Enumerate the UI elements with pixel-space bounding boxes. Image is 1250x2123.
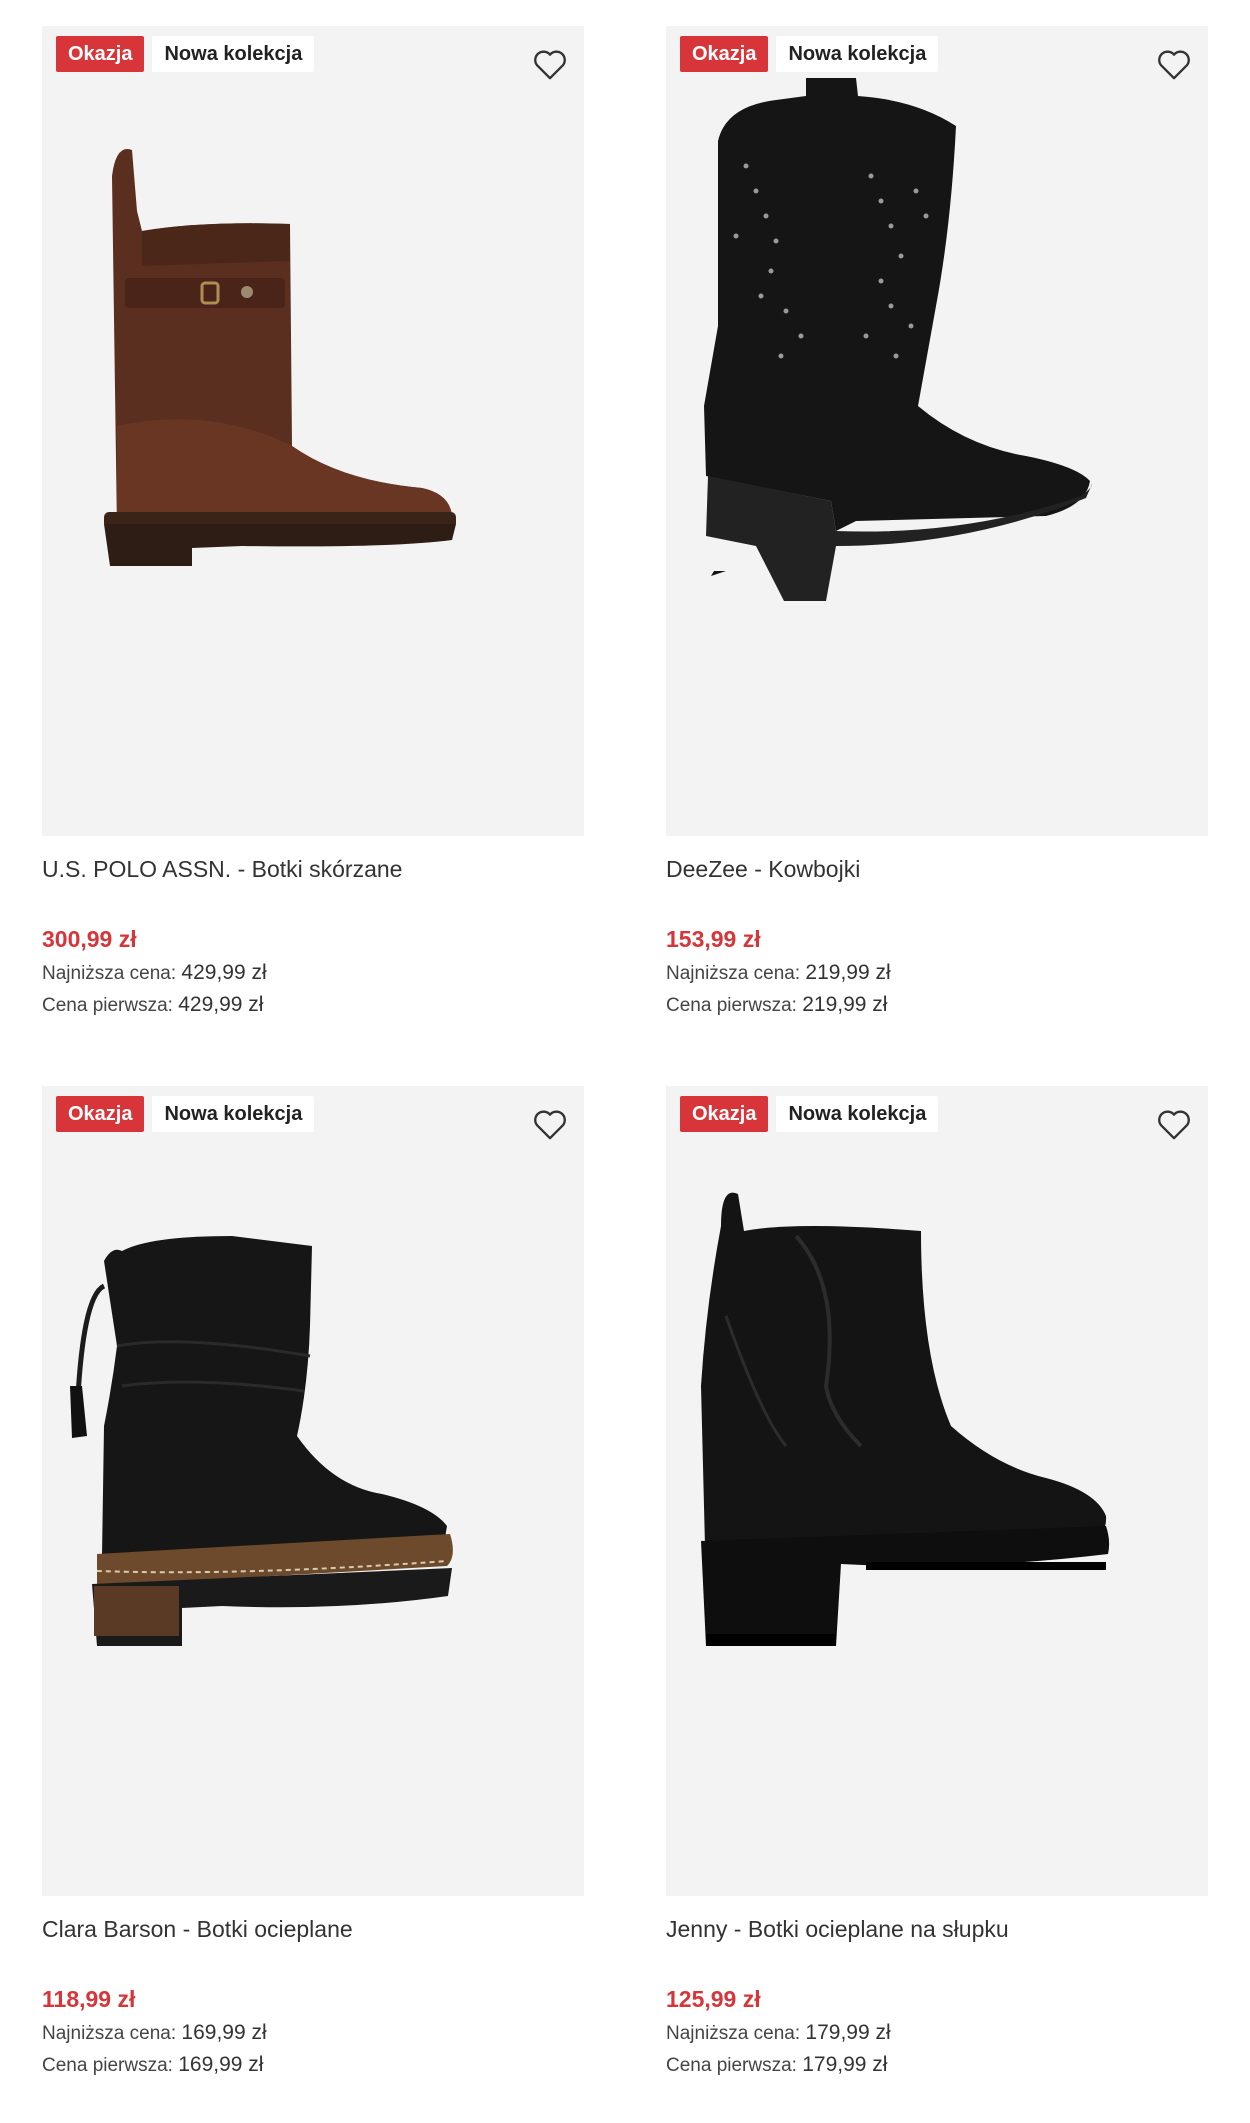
product-title[interactable]: DeeZee - Kowbojki [666,856,1208,888]
lowest-price-label: Najniższa cena: [42,2023,177,2044]
product-price: 300,99 zł [42,926,137,952]
lowest-price-value: 179,99 zł [805,2021,891,2044]
heart-icon[interactable] [530,1104,570,1144]
product-price: 125,99 zł [666,1986,761,2012]
first-price-value: 169,99 zł [178,2053,264,2076]
product-image-area[interactable]: Okazja Nowa kolekcja [42,1086,584,1896]
first-price-label: Cena pierwsza: [666,995,797,1016]
new-collection-badge: Nowa kolekcja [152,36,315,72]
brown-suede-boot-image[interactable] [42,26,584,836]
black-slouch-boot-image[interactable] [42,1086,584,1896]
lowest-price-row: Najniższa cena: 429,99 zł [42,961,584,985]
heart-icon[interactable] [530,44,570,84]
lowest-price-label: Najniższa cena: [666,963,801,984]
heart-icon[interactable] [1154,44,1194,84]
lowest-price-label: Najniższa cena: [666,2023,801,2044]
product-price: 153,99 zł [666,926,761,952]
product-title[interactable]: U.S. POLO ASSN. - Botki skórzane [42,856,584,888]
first-price-row: Cena pierwsza: 169,99 zł [42,2053,584,2077]
lowest-price-value: 429,99 zł [181,961,267,984]
product-card[interactable]: Okazja Nowa kolekcja U.S. POLO ASSN. - B… [42,26,584,1017]
new-collection-badge: Nowa kolekcja [776,1096,939,1132]
sale-badge: Okazja [680,1096,769,1132]
first-price-row: Cena pierwsza: 219,99 zł [666,993,1208,1017]
product-title[interactable]: Clara Barson - Botki ocieplane [42,1916,584,1948]
lowest-price-label: Najniższa cena: [42,963,177,984]
new-collection-badge: Nowa kolekcja [776,36,939,72]
product-card[interactable]: Okazja Nowa kolekcja Clara Barson - Botk… [42,1086,584,2077]
lowest-price-value: 219,99 zł [805,961,891,984]
product-title[interactable]: Jenny - Botki ocieplane na słupku [666,1916,1208,1948]
lowest-price-row: Najniższa cena: 169,99 zł [42,2021,584,2045]
product-card[interactable]: Okazja Nowa kolekcja Jenny - Botki ociep… [666,1086,1208,2077]
sale-badge: Okazja [56,36,145,72]
lowest-price-row: Najniższa cena: 219,99 zł [666,961,1208,985]
sale-badge: Okazja [680,36,769,72]
first-price-row: Cena pierwsza: 179,99 zł [666,2053,1208,2077]
black-cowboy-boot-image[interactable] [666,26,1208,836]
heart-icon[interactable] [1154,1104,1194,1144]
product-card[interactable]: Okazja Nowa kolekcja DeeZee - Kowbojki 1… [666,26,1208,1017]
first-price-label: Cena pierwsza: [42,2055,173,2076]
product-image-area[interactable]: Okazja Nowa kolekcja [42,26,584,836]
lowest-price-value: 169,99 zł [181,2021,267,2044]
black-leather-heel-boot-image[interactable] [666,1086,1208,1896]
sale-badge: Okazja [56,1096,145,1132]
first-price-row: Cena pierwsza: 429,99 zł [42,993,584,1017]
first-price-value: 219,99 zł [802,993,888,1016]
product-price: 118,99 zł [42,1986,136,2012]
first-price-label: Cena pierwsza: [666,2055,797,2076]
first-price-value: 179,99 zł [802,2053,888,2076]
product-image-area[interactable]: Okazja Nowa kolekcja [666,26,1208,836]
first-price-value: 429,99 zł [178,993,264,1016]
product-image-area[interactable]: Okazja Nowa kolekcja [666,1086,1208,1896]
lowest-price-row: Najniższa cena: 179,99 zł [666,2021,1208,2045]
first-price-label: Cena pierwsza: [42,995,173,1016]
new-collection-badge: Nowa kolekcja [152,1096,315,1132]
